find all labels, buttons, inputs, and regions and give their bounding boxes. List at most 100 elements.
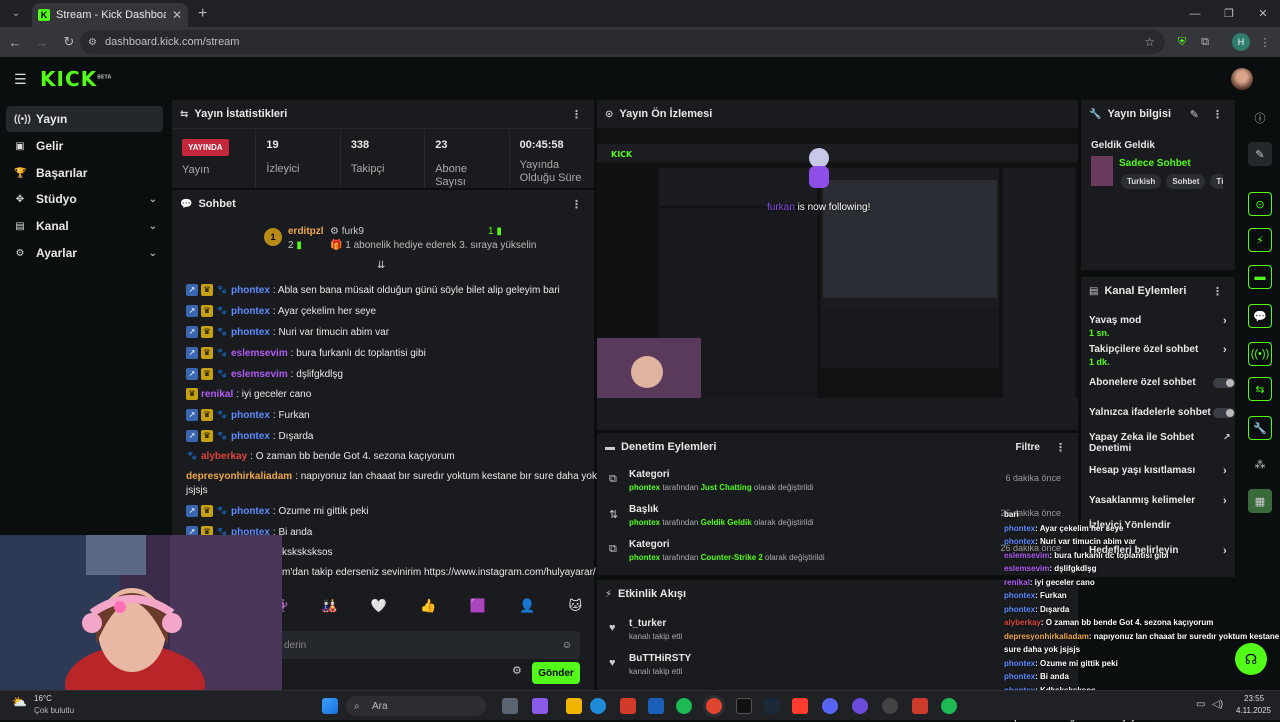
sidebar-item-gelir[interactable]: ▣ Gelir — [6, 133, 163, 159]
edit-pencil-icon[interactable]: ✎ — [1248, 142, 1272, 166]
bookmark-star-icon[interactable]: ☆ — [1144, 35, 1155, 49]
restore-icon[interactable]: ❐ — [1212, 0, 1246, 27]
epic-games-icon[interactable] — [736, 698, 752, 714]
copilot-icon[interactable] — [532, 698, 548, 714]
chrome-icon[interactable] — [706, 698, 722, 714]
emote-icon[interactable]: 👍 — [420, 598, 436, 622]
task-view-icon[interactable] — [502, 698, 518, 714]
emoji-picker-icon[interactable]: ☺ — [562, 640, 572, 651]
leader-username[interactable]: erditpzl — [288, 226, 324, 237]
tab-search-icon[interactable]: ⌄ — [4, 4, 28, 24]
broadcast-toggle-icon[interactable]: ((•)) — [1248, 342, 1272, 366]
taskbar-search[interactable]: ⌕ Ara — [346, 696, 486, 716]
profile-avatar[interactable]: H — [1232, 33, 1250, 51]
stream-preview-video[interactable]: KICK furkan is now following! — [597, 128, 1078, 413]
emote-icon[interactable]: 👤 — [519, 598, 535, 622]
chat-username[interactable]: phontex — [231, 506, 270, 517]
channel-action-row[interactable]: Hesap yaşı kısıtlaması › — [1089, 465, 1229, 477]
emote-icon[interactable]: 🤍 — [371, 598, 387, 622]
xbox-icon[interactable] — [676, 698, 692, 714]
sidebar-item-yayin[interactable]: ((•)) Yayın — [6, 106, 163, 132]
app-thumbnail-icon[interactable]: ▦ — [1248, 489, 1272, 513]
info-icon[interactable]: ⓘ — [1248, 106, 1272, 130]
sidebar-item-ayarlar[interactable]: ⚙ Ayarlar ⌄ — [6, 240, 163, 266]
filter-button[interactable]: Filtre — [1016, 442, 1040, 453]
browser-menu-icon[interactable]: ⋮ — [1256, 33, 1274, 51]
app2-icon[interactable] — [912, 698, 928, 714]
activity-user[interactable]: t_turker — [629, 618, 666, 629]
sidebar-item-basarilar[interactable]: 🏆 Başarılar — [6, 160, 163, 186]
file-explorer-icon[interactable] — [566, 698, 582, 714]
clock-date[interactable]: 4.11.2025 — [1236, 706, 1271, 715]
browser-tab[interactable]: K Stream - Kick Dashboard ✕ — [32, 3, 188, 27]
collapse-pinned-icon[interactable]: ⇊ — [377, 260, 385, 271]
discord-icon[interactable] — [822, 698, 838, 714]
activity-user[interactable]: BuTTHiRSTY — [629, 653, 691, 664]
hamburger-menu-icon[interactable]: ☰ — [14, 71, 27, 88]
emote-icon[interactable]: 🟪 — [470, 598, 486, 622]
chat-username[interactable]: phontex — [231, 327, 270, 338]
send-button[interactable]: Gönder — [532, 662, 580, 684]
chat-toggle-icon[interactable]: 💬 — [1248, 304, 1272, 328]
tag-pill[interactable]: Tür — [1210, 174, 1223, 189]
chat-username[interactable]: phontex — [231, 285, 270, 296]
chat-username[interactable]: depresyonhirkaliadam — [186, 471, 292, 482]
emote-icon[interactable]: 🐱 — [568, 598, 582, 622]
chat-settings-gear-icon[interactable]: ⚙ — [512, 664, 522, 677]
stats-toggle-icon[interactable]: ⇆ — [1248, 377, 1272, 401]
activity-toggle-icon[interactable]: ⚡ — [1248, 228, 1272, 252]
network-icon[interactable]: ▭ — [1196, 699, 1205, 710]
address-bar[interactable]: ⚙ dashboard.kick.com/stream ☆ — [80, 30, 1165, 54]
chat-username[interactable]: renikal — [201, 389, 233, 400]
new-tab-icon[interactable]: + — [198, 5, 207, 23]
weather-desc[interactable]: Çok bulutlu — [34, 706, 74, 715]
windows-start-icon[interactable] — [322, 698, 338, 714]
channel-action-row[interactable]: Yasaklanmış kelimeler › — [1089, 495, 1229, 507]
more-options-icon[interactable]: ⋮ — [571, 198, 582, 211]
more-options-icon[interactable]: ⋮ — [1212, 285, 1223, 298]
more-options-icon[interactable]: ⋮ — [1055, 441, 1066, 454]
edit-pencil-icon[interactable]: ✎ — [1190, 108, 1199, 121]
chat-username[interactable]: phontex — [231, 431, 270, 442]
minimize-icon[interactable]: — — [1178, 0, 1212, 27]
tab-close-icon[interactable]: ✕ — [172, 8, 182, 22]
clock-time[interactable]: 23:55 — [1244, 694, 1264, 703]
more-options-icon[interactable]: ⋮ — [571, 108, 582, 121]
app-icon[interactable] — [852, 698, 868, 714]
channel-action-row[interactable]: Yalnızca ifadelerle sohbet — [1089, 407, 1235, 418]
forward-icon[interactable]: → — [30, 35, 54, 50]
office-icon[interactable] — [620, 698, 636, 714]
category-name[interactable]: Sadece Sohbet — [1119, 158, 1191, 169]
shield-extension-icon[interactable]: ⛨ — [1173, 33, 1191, 51]
sidebar-item-studyo[interactable]: ✥ Stüdyo ⌄ — [6, 186, 163, 212]
media-icon[interactable] — [792, 698, 808, 714]
emote-icon[interactable]: 🎎 — [321, 598, 337, 622]
help-headset-icon[interactable]: ☊ — [1235, 643, 1267, 675]
toggle-switch[interactable] — [1213, 378, 1235, 388]
chat-username[interactable]: phontex — [231, 306, 270, 317]
outlook-icon[interactable] — [648, 698, 664, 714]
preview-toggle-icon[interactable]: ⊙ — [1248, 192, 1272, 216]
integrations-icon[interactable]: ⁂ — [1248, 452, 1272, 476]
chat-username[interactable]: eslemsevim — [231, 369, 288, 380]
second-username[interactable]: ⚙ furk9 — [330, 226, 364, 237]
moderation-toggle-icon[interactable]: ▬ — [1248, 265, 1272, 289]
channel-action-row[interactable]: Takipçilere özel sohbet 1 dk. › — [1089, 344, 1229, 367]
sidebar-item-kanal[interactable]: ▤ Kanal ⌄ — [6, 213, 163, 239]
steam-icon[interactable] — [764, 698, 780, 714]
tag-pill[interactable]: Turkish — [1121, 174, 1162, 189]
edge-icon[interactable] — [590, 698, 606, 714]
back-icon[interactable]: ← — [3, 35, 27, 50]
channel-action-row[interactable]: Abonelere özel sohbet — [1089, 377, 1235, 388]
reload-icon[interactable]: ↻ — [57, 34, 81, 50]
kick-logo[interactable]: KICKBETA — [40, 67, 111, 91]
user-avatar[interactable] — [1231, 68, 1253, 90]
more-options-icon[interactable]: ⋮ — [1212, 108, 1223, 121]
channel-action-row[interactable]: Yapay Zeka ile Sohbet Denetimi ↗ — [1089, 432, 1231, 454]
close-window-icon[interactable]: ✕ — [1246, 0, 1280, 27]
toggle-switch[interactable] — [1213, 408, 1235, 418]
extensions-icon[interactable]: ⧉ — [1196, 33, 1214, 51]
chat-username[interactable]: alyberkay — [201, 451, 247, 462]
wrench-toggle-icon[interactable]: 🔧 — [1248, 416, 1272, 440]
chat-username[interactable]: eslemsevim — [231, 348, 288, 359]
